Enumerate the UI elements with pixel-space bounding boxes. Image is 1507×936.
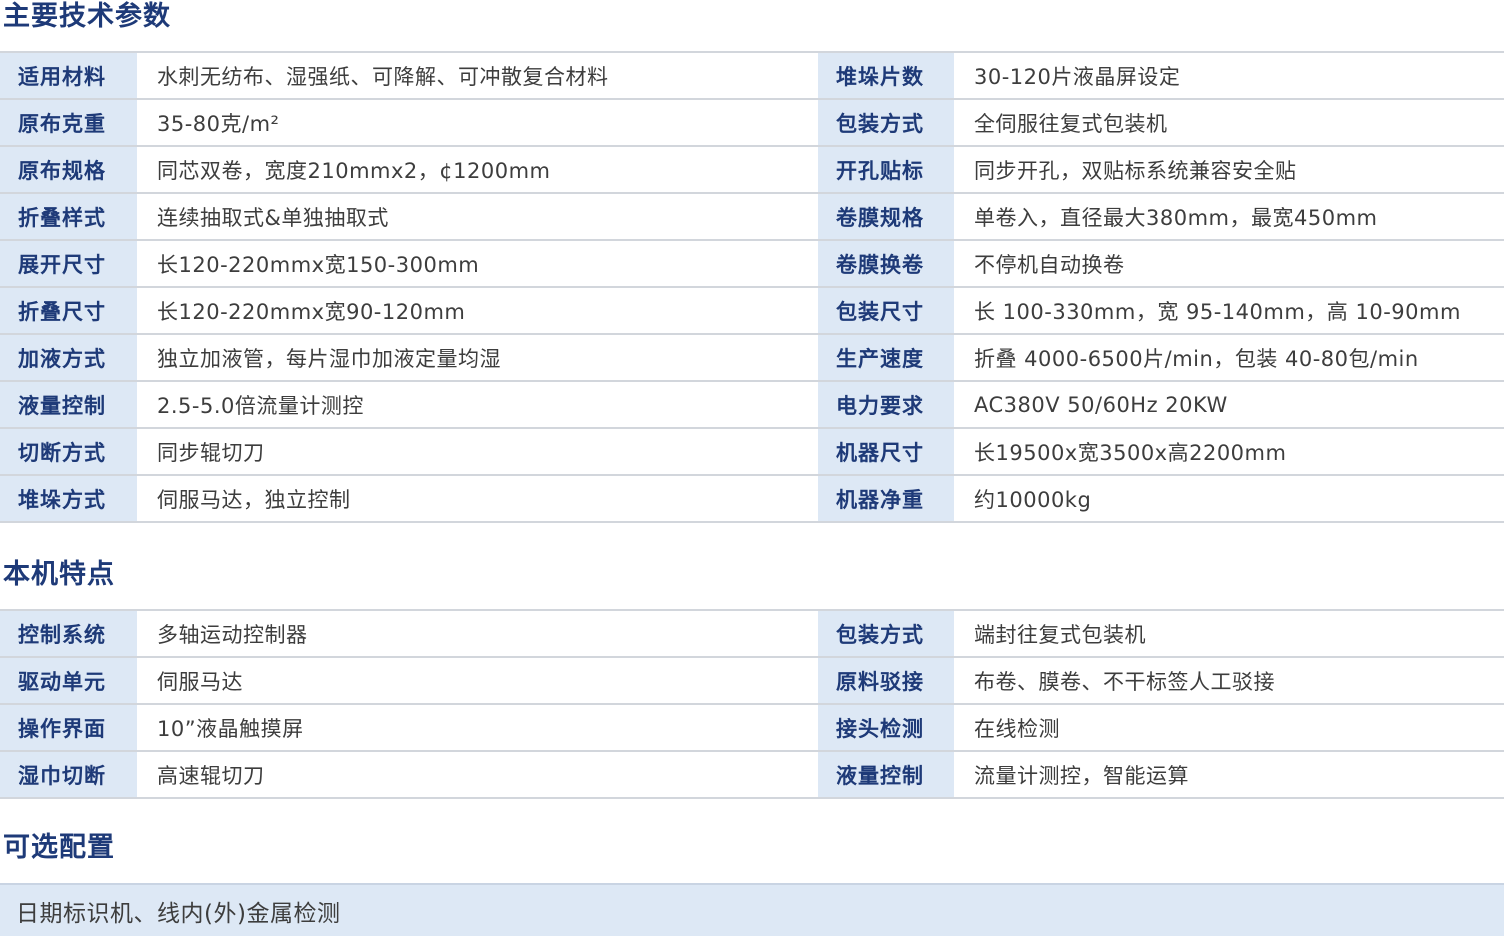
optional-config-bar: 日期标识机、线内(外)金属检测 — [0, 883, 1504, 936]
spec-label: 适用材料 — [0, 53, 137, 98]
spec-value: 长19500x宽3500x高2200mm — [974, 440, 1287, 465]
spec-label: 原料驳接 — [818, 658, 954, 703]
spec-label: 包装方式 — [818, 100, 954, 145]
spec-value: 长120-220mmx宽150-300mm — [157, 252, 480, 277]
spec-row: 折叠样式 连续抽取式&单独抽取式 卷膜规格 单卷入，直径最大380mm，最宽450mm — [0, 194, 1504, 241]
spec-label: 接头检测 — [818, 705, 954, 750]
spec-label: 折叠样式 — [0, 194, 137, 239]
spec-label: 卷膜规格 — [818, 194, 954, 239]
spec-value: 折叠 4000-6500片/min，包装 40-80包/min — [974, 346, 1419, 371]
spec-label: 液量控制 — [818, 752, 954, 797]
spec-label: 生产速度 — [818, 335, 954, 380]
spec-row: 堆垛方式 伺服马达，独立控制 机器净重 约10000kg — [0, 476, 1504, 523]
spec-label: 电力要求 — [818, 382, 954, 427]
section-title-main-specs: 主要技术参数 — [3, 1, 171, 32]
main-specs-table: 适用材料 水刺无纺布、湿强纸、可降解、可冲散复合材料 堆垛片数 30-120片液晶屏设… — [0, 51, 1504, 523]
spec-value: 高速辊切刀 — [157, 763, 265, 788]
spec-label: 控制系统 — [0, 611, 137, 656]
spec-value: 约10000kg — [974, 487, 1092, 512]
spec-value: AC380V 50/60Hz 20KW — [974, 392, 1228, 417]
spec-label: 堆垛片数 — [818, 53, 954, 98]
spec-label: 折叠尺寸 — [0, 288, 137, 333]
spec-row: 液量控制 2.5-5.0倍流量计测控 电力要求 AC380V 50/60Hz 20KW — [0, 382, 1504, 429]
spec-value: 35-80克/m² — [157, 111, 280, 136]
spec-label: 包装方式 — [818, 611, 954, 656]
features-table: 控制系统 多轴运动控制器 包装方式 端封往复式包装机驱动单元 伺服马达 原料驳接 布卷、膜卷… — [0, 609, 1504, 799]
spec-value: 不停机自动换卷 — [974, 252, 1125, 277]
spec-value: 全伺服往复式包装机 — [974, 111, 1168, 136]
spec-value: 流量计测控，智能运算 — [974, 763, 1189, 788]
spec-row: 湿巾切断 高速辊切刀 液量控制 流量计测控，智能运算 — [0, 752, 1504, 799]
spec-label: 堆垛方式 — [0, 476, 137, 521]
spec-label: 卷膜换卷 — [818, 241, 954, 286]
spec-row: 控制系统 多轴运动控制器 包装方式 端封往复式包装机 — [0, 611, 1504, 658]
spec-row: 原布克重 35-80克/m² 包装方式 全伺服往复式包装机 — [0, 100, 1504, 147]
spec-value: 在线检测 — [974, 716, 1060, 741]
spec-value: 10”液晶触摸屏 — [157, 716, 304, 741]
spec-label: 原布克重 — [0, 100, 137, 145]
spec-label: 液量控制 — [0, 382, 137, 427]
spec-label: 开孔贴标 — [818, 147, 954, 192]
spec-row: 切断方式 同步辊切刀 机器尺寸 长19500x宽3500x高2200mm — [0, 429, 1504, 476]
spec-label: 机器净重 — [818, 476, 954, 521]
spec-value: 2.5-5.0倍流量计测控 — [157, 393, 364, 418]
spec-value: 伺服马达，独立控制 — [157, 487, 351, 512]
spec-label: 加液方式 — [0, 335, 137, 380]
spec-label: 切断方式 — [0, 429, 137, 474]
spec-label: 机器尺寸 — [818, 429, 954, 474]
spec-row: 操作界面 10”液晶触摸屏 接头检测 在线检测 — [0, 705, 1504, 752]
section-title-options: 可选配置 — [3, 832, 115, 863]
spec-row: 展开尺寸 长120-220mmx宽150-300mm 卷膜换卷 不停机自动换卷 — [0, 241, 1504, 288]
spec-value: 同芯双卷，宽度210mmx2，¢1200mm — [157, 158, 551, 183]
spec-label: 操作界面 — [0, 705, 137, 750]
section-title-features: 本机特点 — [3, 559, 115, 590]
spec-value: 水刺无纺布、湿强纸、可降解、可冲散复合材料 — [157, 64, 609, 89]
spec-row: 驱动单元 伺服马达 原料驳接 布卷、膜卷、不干标签人工驳接 — [0, 658, 1504, 705]
spec-label: 展开尺寸 — [0, 241, 137, 286]
spec-row: 折叠尺寸 长120-220mmx宽90-120mm 包装尺寸长 100-330mm，… — [0, 288, 1504, 335]
spec-label: 湿巾切断 — [0, 752, 137, 797]
spec-value: 同步辊切刀 — [157, 440, 265, 465]
spec-value: 独立加液管，每片湿巾加液定量均湿 — [157, 346, 501, 371]
spec-label: 包装尺寸 — [818, 288, 954, 333]
spec-label: 原布规格 — [0, 147, 137, 192]
spec-value: 布卷、膜卷、不干标签人工驳接 — [974, 669, 1275, 694]
spec-row: 加液方式 独立加液管，每片湿巾加液定量均湿 生产速度 折叠 4000-6500片/mi… — [0, 335, 1504, 382]
spec-row: 原布规格 同芯双卷，宽度210mmx2，¢1200mm 开孔贴标 同步开孔，双贴标系统… — [0, 147, 1504, 194]
spec-value: 长 100-330mm，宽 95-140mm，高 10-90mm — [974, 299, 1461, 324]
spec-value: 多轴运动控制器 — [157, 622, 308, 647]
spec-value: 同步开孔，双贴标系统兼容安全贴 — [974, 158, 1297, 183]
spec-row: 适用材料 水刺无纺布、湿强纸、可降解、可冲散复合材料 堆垛片数 30-120片液晶屏设… — [0, 53, 1504, 100]
spec-value: 单卷入，直径最大380mm，最宽450mm — [974, 205, 1378, 230]
spec-value: 连续抽取式&单独抽取式 — [157, 205, 389, 230]
spec-value: 长120-220mmx宽90-120mm — [157, 299, 466, 324]
spec-value: 伺服马达 — [157, 669, 243, 694]
spec-label: 驱动单元 — [0, 658, 137, 703]
spec-value: 30-120片液晶屏设定 — [974, 64, 1181, 89]
spec-value: 端封往复式包装机 — [974, 622, 1146, 647]
